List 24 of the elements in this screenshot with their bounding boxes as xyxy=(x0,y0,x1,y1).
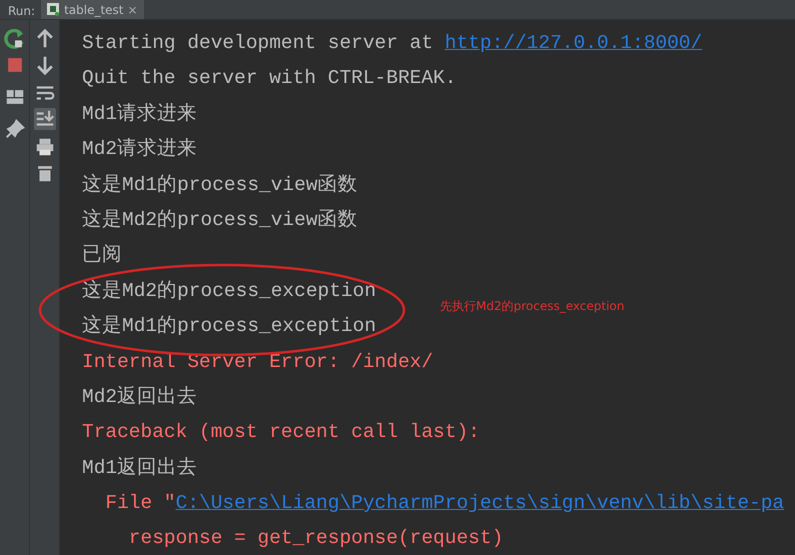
run-tab[interactable]: table_test × xyxy=(41,0,144,19)
console-output-text: Md1返回出去 xyxy=(82,456,198,479)
console-output-text: 这是Md1的process_view函数 xyxy=(82,174,358,196)
console-output-text: Quit the server with CTRL-BREAK. xyxy=(82,67,456,90)
console-output-text: 这是Md2的process_exception xyxy=(82,280,376,302)
error-output-text: Traceback (most recent call last): xyxy=(82,421,480,444)
console-output-text: Md1请求进来 xyxy=(82,102,198,125)
console-output-text: 这是Md1的process_exception xyxy=(82,315,376,338)
annotation-text: 先执行Md2的process_exception xyxy=(440,298,624,315)
rerun-icon[interactable] xyxy=(4,28,26,50)
run-label: Run: xyxy=(7,3,36,19)
console-output-text: Starting development server at xyxy=(82,32,434,54)
close-icon[interactable]: × xyxy=(128,0,138,18)
console-output-text: Md2返回出去 xyxy=(82,386,198,408)
error-output-text: Internal Server Error: /index/ xyxy=(82,350,434,373)
console-link[interactable]: C:\Users\Liang\PycharmProjects\sign\venv\lib\site-pa xyxy=(176,492,784,514)
scroll-to-end-icon[interactable] xyxy=(34,108,56,130)
error-output-text: response = get_response(request) xyxy=(128,527,504,550)
error-output-text: File " xyxy=(104,492,176,514)
pin-icon[interactable] xyxy=(4,118,26,140)
console-link[interactable]: http://127.0.0.1:8000/ xyxy=(444,32,702,54)
console-output-text: 已阅 xyxy=(82,244,122,266)
console-output-text: Md2请求进来 xyxy=(82,138,198,160)
console-output-text: 这是Md2的process_view函数 xyxy=(82,208,358,231)
